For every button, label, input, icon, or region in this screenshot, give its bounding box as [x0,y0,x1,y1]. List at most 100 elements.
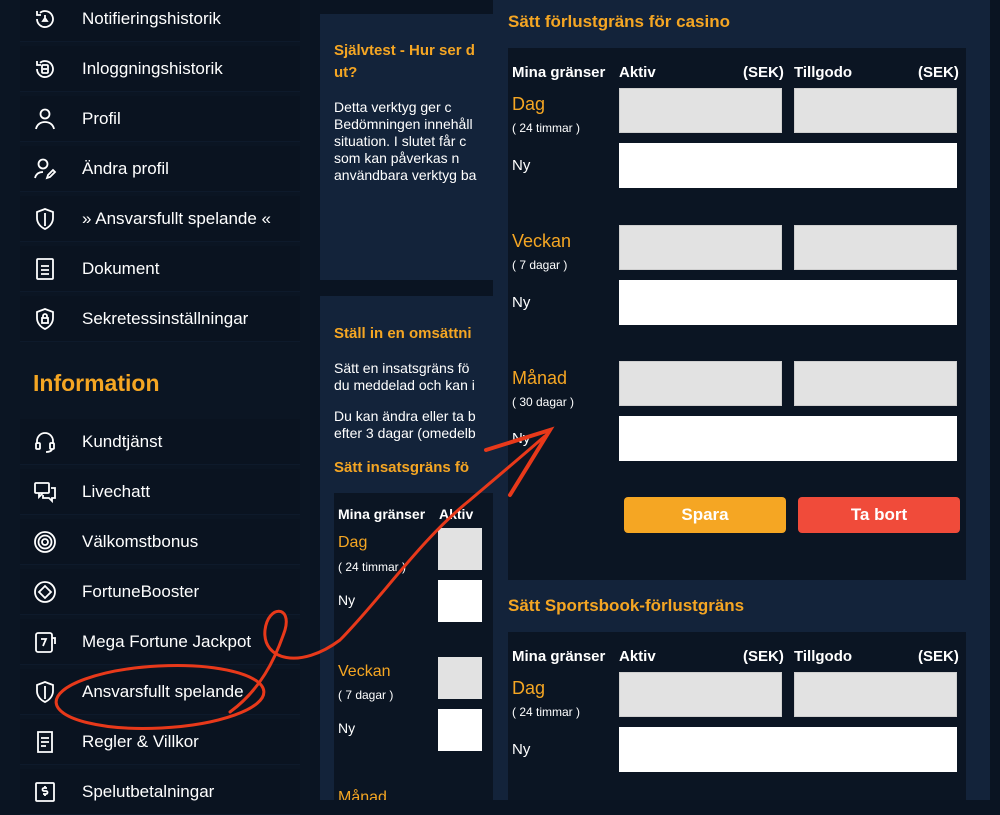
balance-header: Tillgodo [794,64,853,81]
sidebar-item-label: Välkomstbonus [82,531,199,551]
sidebar-item-label: Inloggningshistorik [82,58,223,78]
sidebar-item-payouts[interactable]: Spelutbetalningar [20,769,300,815]
day-balance-field[interactable] [794,672,957,717]
day-active-field[interactable] [619,88,782,133]
sidebar-item-label: Livechatt [82,481,151,501]
week-active-field[interactable] [619,225,782,270]
sidebar-item-documents[interactable]: Dokument [20,246,300,292]
selftest-panel: Självtest - Hur ser d ut? Detta verktyg … [320,14,500,280]
selftest-title: Självtest - Hur ser d ut? [334,42,475,81]
period-day: Dag [512,678,546,698]
new-label: Ny [512,430,531,447]
day-new-limit-input[interactable] [619,143,957,188]
sek-header: (SEK) [918,64,959,81]
user-icon [32,106,58,132]
loss-limit-panel: Sätt förlustgräns för casino Mina gränse… [493,0,990,800]
sidebar-item-live-chat[interactable]: Livechatt [20,469,300,515]
sportsbook-limit-form: Mina gränser Aktiv (SEK) Tillgodo (SEK) … [508,632,966,800]
period-day: Dag [338,534,368,551]
sidebar-item-label: FortuneBooster [82,581,200,601]
sidebar-item-label: Mega Fortune Jackpot [82,631,252,651]
delete-button[interactable]: Ta bort [798,497,960,533]
sidebar-item-fortunebooster[interactable]: FortuneBooster [20,569,300,615]
balance-header: Tillgodo [794,648,853,665]
sidebar-item-label: » Ansvarsfullt spelande « [82,208,272,228]
sidebar-item-label: Spelutbetalningar [82,781,215,801]
sidebar-item-label: Ansvarsfullt spelande [82,681,244,701]
period-month-sub: ( 30 dagar ) [512,395,575,409]
period-month: Månad [338,789,387,800]
active-header: Aktiv [619,64,656,81]
period-week: Veckan [338,663,391,680]
chat-icon [32,479,58,505]
new-label: Ny [338,720,356,736]
text-line: användbara verktyg ba [334,167,477,183]
sidebar-item-edit-profile[interactable]: Ändra profil [20,146,300,192]
sidebar-item-customer-service[interactable]: Kundtjänst [20,419,300,465]
sidebar-item-responsible-gaming[interactable]: » Ansvarsfullt spelande « [20,196,300,242]
week-new-input[interactable] [438,709,482,751]
period-day-sub: ( 24 timmar ) [338,560,407,574]
edit-user-icon [32,156,58,182]
period-day-sub: ( 24 timmar ) [512,121,581,135]
slot-machine-icon [32,629,58,655]
turnover-text-2: Du kan ändra eller ta b efter 3 dagar (o… [334,408,476,442]
document-icon [32,256,58,282]
login-history-icon [32,56,58,82]
text-line: situation. I slutet får c [334,133,467,149]
sportsbook-section-title: Sätt Sportsbook-förlustgräns [508,596,745,615]
sidebar-item-privacy-settings[interactable]: Sekretessinställningar [20,296,300,342]
day-new-limit-input[interactable] [619,727,957,772]
month-balance-field[interactable] [794,361,957,406]
sidebar-item-label: Regler & Villkor [82,731,199,751]
target-icon [32,529,58,555]
my-limits-header: Mina gränser [338,506,426,522]
sidebar-item-label: Ändra profil [82,158,169,178]
week-balance-field[interactable] [794,225,957,270]
sek-header: (SEK) [743,64,784,81]
sidebar-item-notification-history[interactable]: Notifieringshistorik [20,0,300,42]
sidebar-item-responsible-gaming-info[interactable]: Ansvarsfullt spelande [20,669,300,715]
new-label: Ny [512,294,531,311]
day-balance-field[interactable] [794,88,957,133]
account-sidebar: Notifieringshistorik Inloggningshistorik… [0,0,310,815]
sek-header: (SEK) [743,648,784,665]
day-active-field[interactable] [438,528,482,570]
stake-limit-title: Sätt insatsgräns fö [334,459,470,476]
sidebar-item-label: Notifieringshistorik [82,8,221,28]
text-line: som kan påverkas n [334,150,460,166]
casino-section-title: Sätt förlustgräns för casino [508,12,730,31]
shield-icon [32,206,58,232]
my-limits-header: Mina gränser [512,648,606,665]
month-active-field[interactable] [619,361,782,406]
headset-icon [32,429,58,455]
text-line: Bedömningen innehåll [334,116,473,132]
save-button[interactable]: Spara [624,497,786,533]
sidebar-item-label: Dokument [82,258,160,278]
active-header: Aktiv [439,506,474,522]
month-new-limit-input[interactable] [619,416,957,461]
information-heading: Information [33,370,160,396]
sidebar-item-label: Sekretessinställningar [82,308,249,328]
sidebar-item-profile[interactable]: Profil [20,96,300,142]
sidebar-item-mega-fortune-jackpot[interactable]: Mega Fortune Jackpot [20,619,300,665]
day-active-field[interactable] [619,672,782,717]
period-month: Månad [512,368,568,388]
turnover-title: Ställ in en omsättni [334,325,472,342]
sidebar-item-rules-terms[interactable]: Regler & Villkor [20,719,300,765]
text-line: Detta verktyg ger c [334,99,452,115]
active-header: Aktiv [619,648,656,665]
casino-limit-form: Mina gränser Aktiv (SEK) Tillgodo (SEK) … [508,48,966,580]
sidebar-item-welcome-bonus[interactable]: Välkomstbonus [20,519,300,565]
sek-header: (SEK) [918,648,959,665]
rules-icon [32,729,58,755]
day-new-input[interactable] [438,580,482,622]
period-day: Dag [512,94,546,114]
shield-icon [32,679,58,705]
shield-lock-icon [32,306,58,332]
text-line: Du kan ändra eller ta b [334,408,476,424]
week-active-field[interactable] [438,657,482,699]
new-label: Ny [512,157,531,174]
sidebar-item-login-history[interactable]: Inloggningshistorik [20,46,300,92]
week-new-limit-input[interactable] [619,280,957,325]
